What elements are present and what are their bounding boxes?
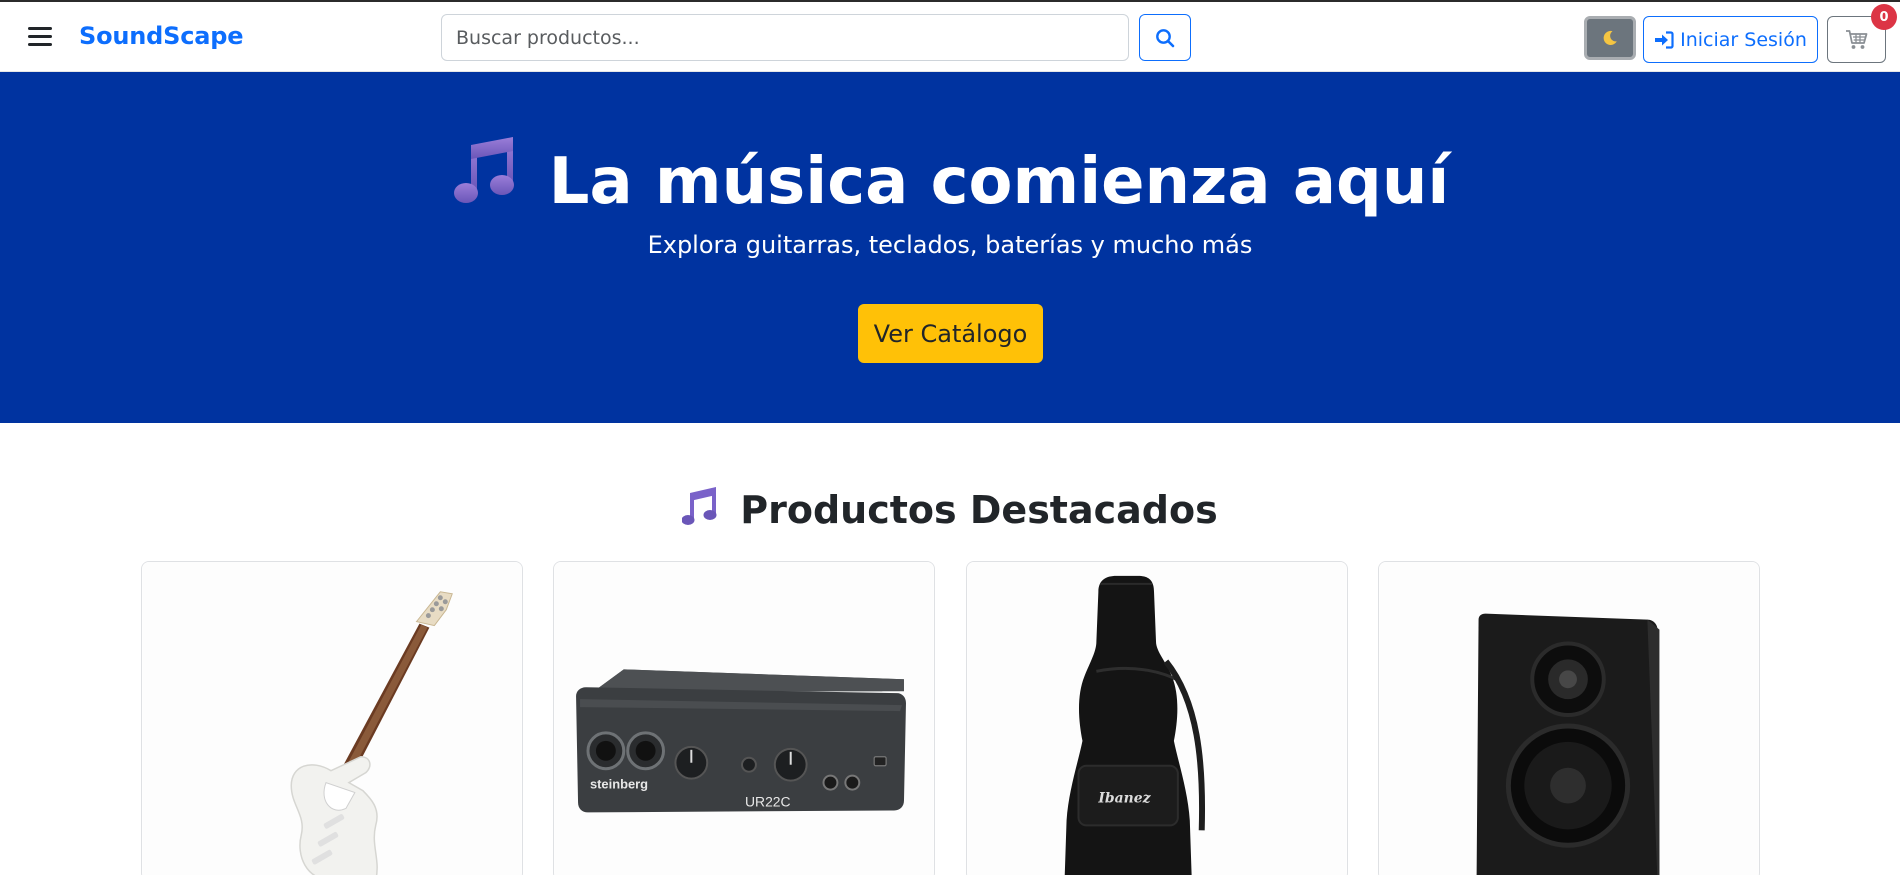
- top-navbar: SoundScape Iniciar Sesión 0: [0, 2, 1900, 72]
- sign-in-icon: [1655, 30, 1674, 49]
- interface-brand-label: steinberg: [590, 777, 648, 792]
- moon-icon: [1603, 30, 1617, 45]
- search-icon: [1156, 28, 1175, 47]
- hero-title-text: La música comienza aquí: [548, 145, 1450, 219]
- view-catalog-button[interactable]: Ver Catálogo: [858, 304, 1043, 363]
- product-card[interactable]: Ibanez: [966, 561, 1348, 875]
- guitar-gig-bag-image: Ibanez: [967, 562, 1347, 875]
- login-button[interactable]: Iniciar Sesión: [1643, 16, 1818, 63]
- audio-interface-image: steinberg UR22C: [554, 562, 934, 875]
- theme-toggle-button[interactable]: [1584, 16, 1636, 60]
- hamburger-icon[interactable]: [28, 27, 52, 47]
- product-card[interactable]: [1378, 561, 1760, 875]
- cart-count-badge: 0: [1871, 4, 1897, 30]
- product-card[interactable]: steinberg UR22C: [553, 561, 935, 875]
- interface-model-label: UR22C: [745, 793, 791, 809]
- cart-icon: [1845, 29, 1867, 49]
- search-input[interactable]: [441, 14, 1129, 61]
- login-label: Iniciar Sesión: [1680, 28, 1807, 51]
- hero-banner: La música comienza aquí Explora guitarra…: [0, 72, 1900, 423]
- hero-title: La música comienza aquí: [0, 135, 1900, 219]
- featured-products-title: Productos Destacados: [0, 485, 1900, 532]
- studio-monitor-speaker-image: [1379, 562, 1759, 875]
- electric-guitar-image: [142, 562, 522, 875]
- featured-title-text: Productos Destacados: [740, 488, 1218, 532]
- brand-logo-link[interactable]: SoundScape: [79, 22, 243, 50]
- musical-notes-icon: [682, 487, 717, 525]
- product-card[interactable]: [141, 561, 523, 875]
- music-note-icon: [453, 137, 514, 203]
- gig-bag-brand-label: Ibanez: [1097, 790, 1151, 806]
- hero-subtitle: Explora guitarras, teclados, baterías y …: [647, 231, 1253, 259]
- search-button[interactable]: [1139, 14, 1191, 61]
